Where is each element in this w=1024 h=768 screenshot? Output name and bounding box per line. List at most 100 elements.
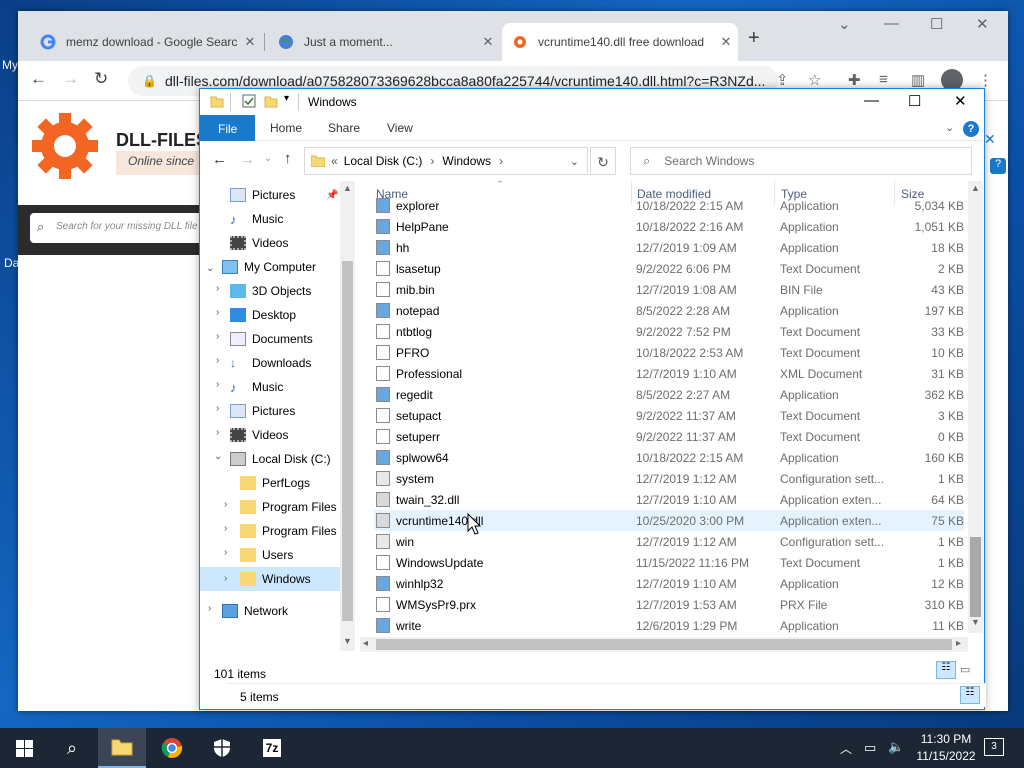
nav-item-network[interactable]: Network: [222, 599, 288, 623]
side-panel-icon[interactable]: ▥: [911, 71, 925, 89]
nav-scrollbar[interactable]: ▲ ▼: [340, 181, 355, 651]
file-row[interactable]: PFRO 10/18/2022 2:53 AM Text Document 10 KB: [374, 342, 964, 363]
nav-item-desktop[interactable]: Desktop: [230, 303, 296, 327]
nav-item-music[interactable]: ♪ Music: [230, 375, 283, 399]
scroll-right-icon[interactable]: ▸: [956, 638, 961, 649]
refresh-icon[interactable]: ↻: [590, 147, 616, 175]
clock-date[interactable]: 11/15/2022: [908, 749, 984, 763]
reload-icon[interactable]: ↻: [94, 69, 108, 89]
ribbon-tab-view[interactable]: View: [387, 121, 413, 135]
help-icon[interactable]: ?: [990, 158, 1006, 174]
recent-locations-icon[interactable]: ⌄: [264, 153, 272, 164]
file-row[interactable]: win 12/7/2019 1:12 AM Configuration sett..…: [374, 531, 964, 552]
chevron-right-icon[interactable]: ›: [224, 523, 227, 534]
nav-item-program-files[interactable]: Program Files: [240, 495, 337, 519]
file-row[interactable]: HelpPane 10/18/2022 2:16 AM Application 1,0…: [374, 216, 964, 237]
chevron-right-icon[interactable]: ›: [216, 427, 219, 438]
new-folder-icon[interactable]: [264, 94, 278, 108]
file-explorer-taskbar-button[interactable]: [98, 728, 146, 768]
forward-icon[interactable]: →: [62, 69, 79, 89]
close-window-icon[interactable]: ✕: [976, 15, 989, 33]
desktop-icon-label[interactable]: My: [2, 58, 18, 72]
breadcrumb-separator[interactable]: ›: [430, 154, 434, 168]
tab-vcruntime[interactable]: vcruntime140.dll free download ✕: [502, 23, 738, 61]
file-row[interactable]: Professional 12/7/2019 1:10 AM XML Documen…: [374, 363, 964, 384]
file-row[interactable]: twain_32.dll 12/7/2019 1:10 AM Application…: [374, 489, 964, 510]
nav-item-users[interactable]: Users: [240, 543, 293, 567]
search-icon[interactable]: ⌕: [48, 728, 96, 768]
scroll-left-icon[interactable]: ◂: [363, 638, 368, 649]
tab-search-icon[interactable]: ⌄: [838, 15, 851, 33]
nav-item-perflogs[interactable]: PerfLogs: [240, 471, 310, 495]
nav-item-windows[interactable]: › Windows: [200, 567, 340, 591]
bookmark-star-icon[interactable]: ☆: [808, 71, 821, 89]
share-icon[interactable]: ⇪: [776, 71, 789, 89]
customize-quick-access-icon[interactable]: ▾: [284, 93, 289, 104]
notification-icon[interactable]: 3: [984, 738, 1004, 756]
file-row[interactable]: WMSysPr9.prx 12/7/2019 1:53 AM PRX File 310…: [374, 594, 964, 615]
start-button[interactable]: [0, 728, 48, 768]
nav-item-pictures[interactable]: Pictures 📌: [230, 183, 340, 207]
security-taskbar-button[interactable]: [198, 728, 246, 768]
nav-item-my-computer[interactable]: My Computer: [222, 255, 316, 279]
chrome-taskbar-button[interactable]: [148, 728, 196, 768]
chevron-right-icon[interactable]: ›: [224, 547, 227, 558]
details-view-icon[interactable]: ☷: [936, 661, 956, 679]
nav-item-documents[interactable]: Documents: [230, 327, 313, 351]
breadcrumb-drive[interactable]: Local Disk (C:): [344, 154, 423, 168]
nav-item-pictures[interactable]: Pictures: [230, 399, 295, 423]
close-tab-icon[interactable]: ✕: [714, 34, 738, 50]
minimize-icon[interactable]: —: [884, 15, 899, 32]
nav-item-videos[interactable]: Videos: [230, 231, 288, 255]
expand-ribbon-icon[interactable]: ⌄: [945, 121, 954, 134]
menu-icon[interactable]: ⋮: [978, 71, 993, 89]
maximize-icon[interactable]: ☐: [930, 15, 943, 33]
explorer-search-input[interactable]: ⌕ Search Windows: [630, 147, 972, 175]
file-row[interactable]: ntbtlog 9/2/2022 7:52 PM Text Document 33 K…: [374, 321, 964, 342]
chevron-down-icon[interactable]: ⌄: [206, 263, 214, 274]
chevron-right-icon[interactable]: ›: [216, 379, 219, 390]
horizontal-scrollbar[interactable]: ◂ ▸: [360, 637, 968, 652]
network-icon[interactable]: ▭: [864, 740, 876, 756]
close-window-icon[interactable]: ✕: [954, 92, 967, 110]
nav-item-program-files-x86[interactable]: Program Files (: [240, 519, 340, 543]
nav-item-videos[interactable]: Videos: [230, 423, 288, 447]
file-row[interactable]: lsasetup 9/2/2022 6:06 PM Text Document 2 K…: [374, 258, 964, 279]
dll-search-input[interactable]: ⌕ Search for your missing DLL file: [30, 213, 205, 243]
chevron-right-icon[interactable]: ›: [216, 331, 219, 342]
file-row[interactable]: WindowsUpdate 11/15/2022 11:16 PM Text Doc…: [374, 552, 964, 573]
maximize-icon[interactable]: ☐: [908, 92, 921, 110]
chevron-right-icon[interactable]: ›: [224, 499, 227, 510]
nav-item-local-disk[interactable]: Local Disk (C:): [230, 447, 331, 471]
ribbon-tab-file[interactable]: File: [200, 115, 255, 141]
file-row[interactable]: regedit 8/5/2022 2:27 AM Application 362 KB: [374, 384, 964, 405]
file-row[interactable]: notepad 8/5/2022 2:28 AM Application 197 KB: [374, 300, 964, 321]
scroll-up-icon[interactable]: ▲: [343, 183, 352, 193]
file-row[interactable]: splwow64 10/18/2022 2:15 AM Application 160…: [374, 447, 964, 468]
tab-just-a-moment[interactable]: Just a moment... ✕: [268, 23, 500, 61]
ribbon-tab-share[interactable]: Share: [328, 121, 360, 135]
large-icons-view-icon[interactable]: ▭: [960, 663, 970, 676]
nav-item-3d-objects[interactable]: 3D Objects: [230, 279, 311, 303]
nav-item-music[interactable]: ♪ Music: [230, 207, 283, 231]
file-row[interactable]: explorer 10/18/2022 2:15 AM Application 5,0…: [374, 195, 964, 216]
file-row[interactable]: vcruntime140.dll 10/25/2020 3:00 PM Applic…: [374, 510, 964, 531]
file-list-scrollbar[interactable]: ▲ ▼: [968, 181, 983, 633]
ribbon-tab-home[interactable]: Home: [270, 121, 302, 135]
breadcrumb-separator[interactable]: ›: [499, 154, 503, 168]
file-row[interactable]: system 12/7/2019 1:12 AM Configuration set…: [374, 468, 964, 489]
up-icon[interactable]: ↑: [284, 150, 292, 167]
scroll-down-icon[interactable]: ▼: [971, 617, 980, 627]
chevron-right-icon[interactable]: ›: [216, 355, 219, 366]
show-hidden-icons-icon[interactable]: ︿: [840, 740, 852, 757]
file-row[interactable]: hh 12/7/2019 1:09 AM Application 18 KB: [374, 237, 964, 258]
help-icon[interactable]: ?: [963, 121, 979, 137]
back-icon[interactable]: ←: [212, 151, 227, 168]
scroll-down-icon[interactable]: ▼: [343, 636, 352, 646]
address-dropdown-icon[interactable]: ⌄: [570, 155, 579, 168]
breadcrumb-overflow[interactable]: «: [331, 154, 338, 168]
file-row[interactable]: mib.bin 12/7/2019 1:08 AM BIN File 43 KB: [374, 279, 964, 300]
explorer-address-bar[interactable]: « Local Disk (C:) › Windows › ⌄: [304, 147, 588, 175]
file-row[interactable]: setupact 9/2/2022 11:37 AM Text Document 3 …: [374, 405, 964, 426]
chevron-down-icon[interactable]: ⌄: [214, 451, 222, 462]
